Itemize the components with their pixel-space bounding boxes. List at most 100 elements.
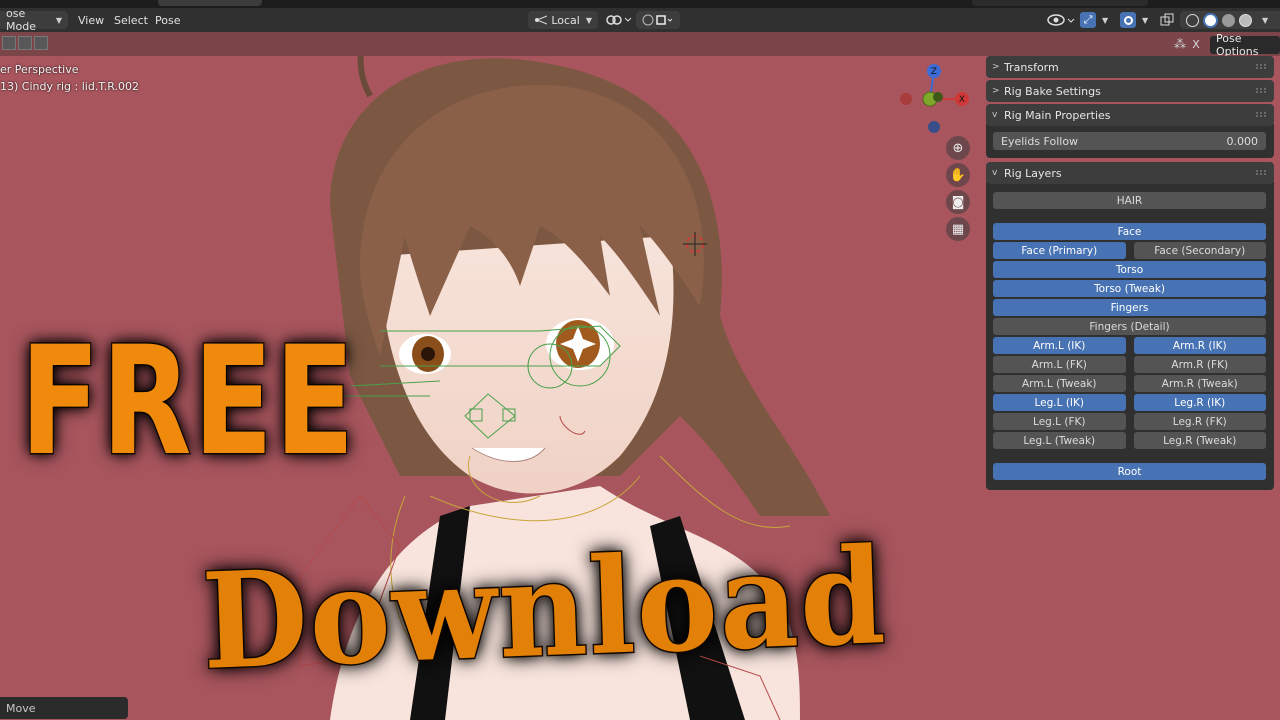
- camera-icon[interactable]: ◙: [946, 190, 970, 214]
- layer-torso-button[interactable]: Torso: [993, 261, 1266, 278]
- active-object-info: 13) Cindy rig : lid.T.R.002: [0, 80, 139, 93]
- shading-modes[interactable]: ▼: [1180, 11, 1280, 29]
- overlay-icon: [1120, 12, 1136, 28]
- nodes-icon[interactable]: ⁂: [1172, 36, 1188, 52]
- drag-grip-icon[interactable]: [1256, 112, 1266, 117]
- layer-torso-tweak-button[interactable]: Torso (Tweak): [993, 280, 1266, 297]
- layer-face-primary-button[interactable]: Face (Primary): [993, 242, 1126, 259]
- layer-leg-l-fk-button[interactable]: Leg.L (FK): [993, 413, 1126, 430]
- mode-label: ose Mode: [6, 7, 36, 33]
- last-operator-label: Move: [6, 701, 36, 715]
- layer-arm-r-tweak-button[interactable]: Arm.R (Tweak): [1133, 375, 1266, 392]
- panel-rig-main[interactable]: v Rig Main Properties: [986, 104, 1274, 126]
- menu-view-label: View: [78, 13, 105, 27]
- chevron-down-icon: ▼: [585, 15, 592, 25]
- chevron-down-icon: v: [992, 110, 998, 120]
- visibility-icon[interactable]: [1046, 8, 1076, 32]
- chevron-down-icon: ▼: [55, 15, 62, 25]
- layer-leg-r-fk-button[interactable]: Leg.R (FK): [1133, 413, 1266, 430]
- layer-arm-r-fk-button[interactable]: Arm.R (FK): [1133, 356, 1266, 373]
- panel-rig-layers-label: Rig Layers: [1004, 166, 1062, 180]
- panel-transform-label: Transform: [1004, 60, 1059, 74]
- sidebar-panel: > Transform > Rig Bake Settings v Rig Ma…: [986, 56, 1274, 492]
- menu-select[interactable]: Select: [114, 8, 148, 32]
- layer-arm-r-ik-button[interactable]: Arm.R (IK): [1133, 337, 1266, 354]
- panel-rig-main-label: Rig Main Properties: [1004, 108, 1111, 122]
- select-mode-icons: [2, 36, 48, 52]
- last-operator-panel[interactable]: Move: [0, 697, 128, 719]
- eyelids-follow-value: 0.000: [1226, 134, 1259, 148]
- eyelids-follow-label: Eyelids Follow: [1001, 134, 1079, 148]
- viewport-header: ose Mode ▼ View Select Pose Local ▼ ⤢ ▼ ▼ …: [0, 7, 1280, 33]
- drag-grip-icon[interactable]: [1256, 170, 1266, 175]
- layer-face-button[interactable]: Face: [993, 223, 1266, 240]
- panel-rig-main-body: Eyelids Follow 0.000: [986, 124, 1274, 158]
- chevron-down-icon: ▼: [1142, 15, 1149, 25]
- gizmo-icon: ⤢: [1080, 12, 1096, 28]
- drag-grip-icon[interactable]: [1256, 64, 1266, 69]
- layer-arm-l-ik-button[interactable]: Arm.L (IK): [993, 337, 1126, 354]
- wireframe-shading-icon[interactable]: [1186, 13, 1199, 27]
- workspace-tab[interactable]: [158, 0, 262, 6]
- eyelids-follow-slider[interactable]: Eyelids Follow 0.000: [993, 132, 1266, 150]
- scene-selector[interactable]: [972, 0, 1148, 6]
- select-new-icon[interactable]: [2, 36, 16, 50]
- panel-rig-layers[interactable]: v Rig Layers: [986, 162, 1274, 184]
- chevron-right-icon: >: [992, 62, 1000, 72]
- select-extend-icon[interactable]: [18, 36, 32, 50]
- chevron-right-icon: >: [992, 86, 1000, 96]
- panel-rig-layers-body: HAIR Face Face (Primary) Face (Secondary…: [986, 182, 1274, 490]
- eye-icon: [1047, 14, 1075, 26]
- mode-dropdown[interactable]: ose Mode ▼: [0, 7, 68, 33]
- gizmo-z-label: Z: [931, 67, 937, 77]
- free-title-text: FREE: [19, 315, 357, 489]
- tool-header: [0, 32, 1280, 56]
- gizmo-x-label: X: [959, 95, 965, 105]
- navigation-gizmo[interactable]: Z X: [898, 62, 970, 134]
- material-shading-icon[interactable]: [1222, 13, 1235, 27]
- select-subtract-icon[interactable]: [34, 36, 48, 50]
- panel-transform[interactable]: > Transform: [986, 56, 1274, 78]
- pose-options-button[interactable]: Pose Options: [1210, 32, 1280, 58]
- zoom-icon[interactable]: ⊕: [946, 136, 970, 160]
- layer-leg-l-tweak-button[interactable]: Leg.L (Tweak): [993, 432, 1126, 449]
- layer-fingers-detail-button[interactable]: Fingers (Detail): [993, 318, 1266, 335]
- chevron-down-icon: ▼: [1262, 15, 1269, 25]
- menu-view[interactable]: View: [78, 8, 104, 32]
- x-mirror-button[interactable]: X: [1188, 36, 1204, 52]
- solid-shading-icon[interactable]: [1203, 12, 1218, 28]
- chevron-down-icon: ▼: [1102, 15, 1109, 25]
- xray-icon: [1160, 13, 1174, 26]
- layer-arm-l-fk-button[interactable]: Arm.L (FK): [993, 356, 1126, 373]
- layer-arm-l-tweak-button[interactable]: Arm.L (Tweak): [993, 375, 1126, 392]
- panel-rig-bake[interactable]: > Rig Bake Settings: [986, 80, 1274, 102]
- drag-grip-icon[interactable]: [1256, 88, 1266, 93]
- chevron-down-icon: v: [992, 168, 998, 178]
- orientation-label: Local: [551, 13, 580, 27]
- layer-hair-button[interactable]: HAIR: [993, 192, 1266, 209]
- layer-root-button[interactable]: Root: [993, 463, 1266, 480]
- pan-hand-icon[interactable]: ✋: [946, 163, 970, 187]
- view-name: er Perspective: [0, 63, 79, 76]
- rendered-shading-icon[interactable]: [1239, 13, 1252, 27]
- transform-orientation-dropdown[interactable]: Local ▼: [528, 11, 598, 29]
- xray-toggle[interactable]: [1160, 8, 1174, 32]
- snap-toggle[interactable]: [636, 11, 680, 29]
- orientation-icon: [535, 15, 548, 25]
- layer-fingers-button[interactable]: Fingers: [993, 299, 1266, 316]
- download-title-text: Download: [198, 518, 890, 702]
- overlay-toggle[interactable]: ▼: [1120, 8, 1148, 32]
- layer-leg-r-ik-button[interactable]: Leg.R (IK): [1133, 394, 1266, 411]
- window-top-strip: [0, 0, 1280, 8]
- menu-pose-label: Pose: [155, 13, 181, 27]
- panel-rig-bake-label: Rig Bake Settings: [1004, 84, 1101, 98]
- pivot-point-icon[interactable]: [605, 8, 631, 32]
- menu-pose[interactable]: Pose: [155, 8, 180, 32]
- layer-leg-r-tweak-button[interactable]: Leg.R (Tweak): [1133, 432, 1266, 449]
- menu-select-label: Select: [114, 13, 148, 27]
- gizmo-toggle[interactable]: ⤢ ▼: [1080, 8, 1108, 32]
- layer-face-secondary-button[interactable]: Face (Secondary): [1133, 242, 1266, 259]
- layer-leg-l-ik-button[interactable]: Leg.L (IK): [993, 394, 1126, 411]
- grid-perspective-icon[interactable]: ▦: [946, 217, 970, 241]
- link-icon: [606, 15, 631, 25]
